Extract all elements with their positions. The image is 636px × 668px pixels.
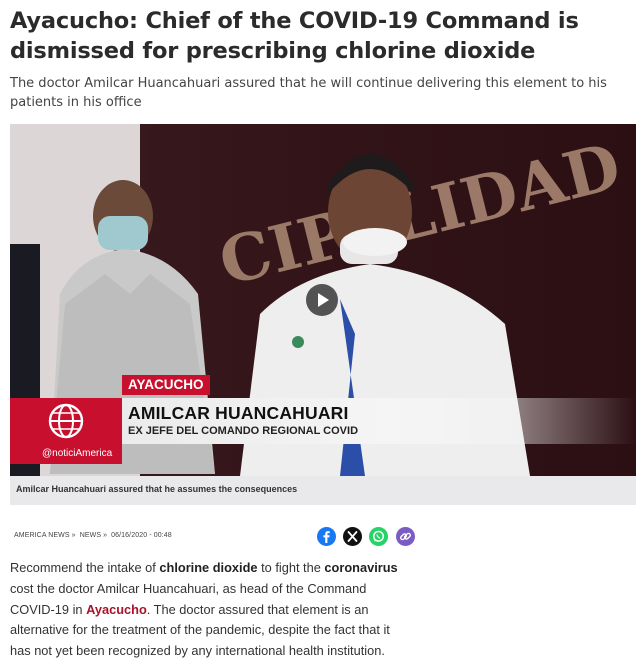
body-text-segment: to fight the — [257, 560, 325, 575]
globe-logo-icon — [48, 403, 84, 439]
article-meta: AMERICA NEWS» NEWS» 06/16/2020 - 00:48 — [14, 532, 172, 539]
video-caption: Amilcar Huancahuari assured that he assu… — [16, 484, 298, 494]
keyword-coronavirus: coronavirus — [324, 560, 398, 575]
play-button[interactable] — [306, 284, 338, 316]
body-text-segment: Recommend the intake of — [10, 560, 160, 575]
keyword-chlorine-dioxide: chlorine dioxide — [159, 560, 258, 575]
location-tag: AYACUCHO — [122, 375, 210, 395]
breadcrumb-separator: » — [103, 532, 108, 539]
breadcrumb-separator: » — [71, 532, 76, 539]
breadcrumb-america-news[interactable]: AMERICA NEWS — [14, 532, 70, 539]
share-whatsapp-button[interactable] — [369, 527, 388, 546]
facebook-icon — [323, 531, 330, 543]
x-icon — [347, 531, 358, 542]
brand-handle: @noticiAmerica — [10, 444, 122, 464]
america-tv-logo — [10, 398, 122, 444]
share-x-button[interactable] — [343, 527, 362, 546]
link-ayacucho[interactable]: Ayacucho — [86, 602, 147, 617]
article-page: Ayacucho: Chief of the COVID-19 Command … — [0, 0, 636, 668]
publish-date: 06/16/2020 - 00:48 — [111, 532, 172, 539]
video-player[interactable]: CIPALIDAD DIS AYACUCHO AMILCAR HUANCAHUA… — [10, 124, 636, 476]
person-role: EX JEFE DEL COMANDO REGIONAL COVID — [128, 425, 359, 437]
share-facebook-button[interactable] — [317, 527, 336, 546]
video-figure: CIPALIDAD DIS AYACUCHO AMILCAR HUANCAHUA… — [10, 124, 636, 505]
breadcrumb-news[interactable]: NEWS — [80, 532, 101, 539]
whatsapp-icon — [372, 530, 385, 542]
share-copy-link-button[interactable] — [396, 527, 415, 546]
play-icon — [318, 293, 329, 307]
article-body-paragraph: Recommend the intake of chlorine dioxide… — [10, 558, 410, 662]
lower-third: AMILCAR HUANCAHUARI EX JEFE DEL COMANDO … — [10, 398, 636, 444]
link-icon — [400, 532, 411, 541]
article-subtitle: The doctor Amilcar Huancahuari assured t… — [10, 76, 607, 110]
person-name: AMILCAR HUANCAHUARI — [128, 403, 349, 423]
article-headline: Ayacucho: Chief of the COVID-19 Command … — [10, 8, 579, 64]
